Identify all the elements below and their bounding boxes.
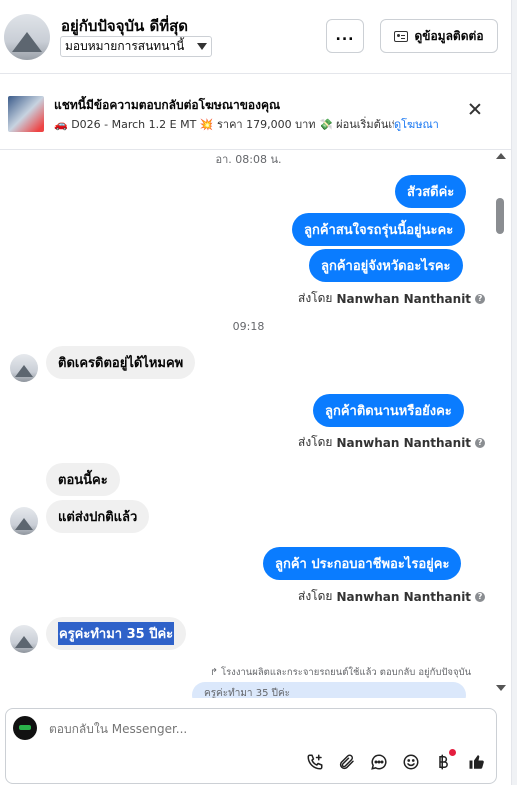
contact-avatar[interactable] [4,14,50,60]
message-composer [5,708,497,784]
phone-plus-icon[interactable] [304,751,326,773]
paperclip-icon[interactable] [336,751,358,773]
sender-name: Nanwhan Nanthanit [336,435,472,450]
scroll-down-icon[interactable] [496,685,506,691]
view-contact-button[interactable]: ดูข้อมูลติดต่อ [380,19,498,53]
sent-by-label: ส่งโดย Nanwhan Nanthanit ? [298,587,486,606]
contact-name[interactable]: อยู่กับปัจจุบัน ดีที่สุด [61,14,188,38]
id-card-icon [394,30,409,42]
ad-reply-banner: แชทนี้มีข้อความตอบกลับต่อโฆษณาของคุณ 🚗 D… [0,76,517,150]
scroll-up-icon[interactable] [496,153,506,159]
notification-dot [449,749,456,756]
reply-input[interactable] [49,722,429,736]
chevron-down-icon [197,43,207,50]
message-thread: อา. 08:08 น. สัวสดีค่ะ ลูกค้าสนใจรถรุ่นน… [0,150,497,698]
timestamp: อา. 08:08 น. [215,153,282,166]
assign-conversation-select[interactable]: มอบหมายการสนทนานี้ [60,36,212,57]
sent-by-prefix: ส่งโดย [298,589,333,603]
outgoing-message[interactable]: ลูกค้าสนใจรถรุ่นนี้อยู่นะคะ [292,213,466,246]
incoming-message[interactable]: แต่ส่งปกติแล้ว [46,500,150,533]
sent-by-prefix: ส่งโดย [298,435,333,449]
incoming-message[interactable]: ติดเครดิตอยู่ได้ไหมคพ [46,346,196,379]
view-ad-link[interactable]: ดูโฆษณา [394,115,439,133]
page-avatar [13,716,37,740]
sent-by-label: ส่งโดย Nanwhan Nanthanit ? [298,289,486,308]
ad-banner-title: แชทนี้มีข้อความตอบกลับต่อโฆษณาของคุณ [54,98,281,112]
outgoing-message[interactable]: ลูกค้าติดนานหรือยังคะ [313,394,464,427]
info-icon[interactable]: ? [475,591,486,602]
contact-avatar-small[interactable] [10,507,38,535]
close-icon[interactable] [467,102,483,118]
more-options-button[interactable]: ... [326,19,364,53]
incoming-message[interactable]: ตอนนี้คะ [46,463,120,496]
contact-avatar-small[interactable] [10,625,38,653]
more-icon: ... [335,28,355,44]
chat-scrollbar[interactable] [494,150,506,698]
window-edge [511,0,517,785]
chat-bubble-icon[interactable] [368,751,390,773]
sent-by-label: ส่งโดย Nanwhan Nanthanit ? [298,433,486,452]
contact-avatar-small[interactable] [10,354,38,382]
selected-message-text[interactable]: ครูค่ะทำมา 35 ปีค่ะ [58,622,175,645]
outgoing-message[interactable]: ลูกค้าอยู่จังหวัดอะไรคะ [309,249,463,282]
assign-select-label: มอบหมายการสนทนานี้ [65,39,185,53]
smile-icon[interactable] [400,751,422,773]
info-icon[interactable]: ? [475,437,486,448]
reply-preview-bubble[interactable]: ครูค่ะทำมา 35 ปีค่ะ [192,682,466,698]
scroll-thumb[interactable] [496,198,504,234]
thumbs-up-icon[interactable] [466,751,488,773]
outgoing-message[interactable]: ลูกค้า ประกอบอาชีพอะไรอยู่คะ [263,547,462,580]
view-contact-label: ดูข้อมูลติดต่อ [414,28,484,43]
reply-context-note: ↱ โรงงานผลิตและกระจายรถยนต์ใช้แล้ว ตอบกล… [210,667,472,678]
incoming-message[interactable]: ครูค่ะทำมา 35 ปีค่ะ [46,617,187,650]
outgoing-message[interactable]: สัวสดีค่ะ [395,175,467,208]
ad-details-text: 🚗 D026 - March 1.2 E MT 💥 ราคา 179,000 บ… [54,118,394,131]
sender-name: Nanwhan Nanthanit [336,291,472,306]
sent-by-prefix: ส่งโดย [298,291,333,305]
info-icon[interactable]: ? [475,293,486,304]
timestamp: 09:18 [232,320,265,333]
sender-name: Nanwhan Nanthanit [336,589,472,604]
ad-thumbnail[interactable] [8,96,44,132]
conversation-header: อยู่กับปัจจุบัน ดีที่สุด มอบหมายการสนทนา… [0,0,517,74]
